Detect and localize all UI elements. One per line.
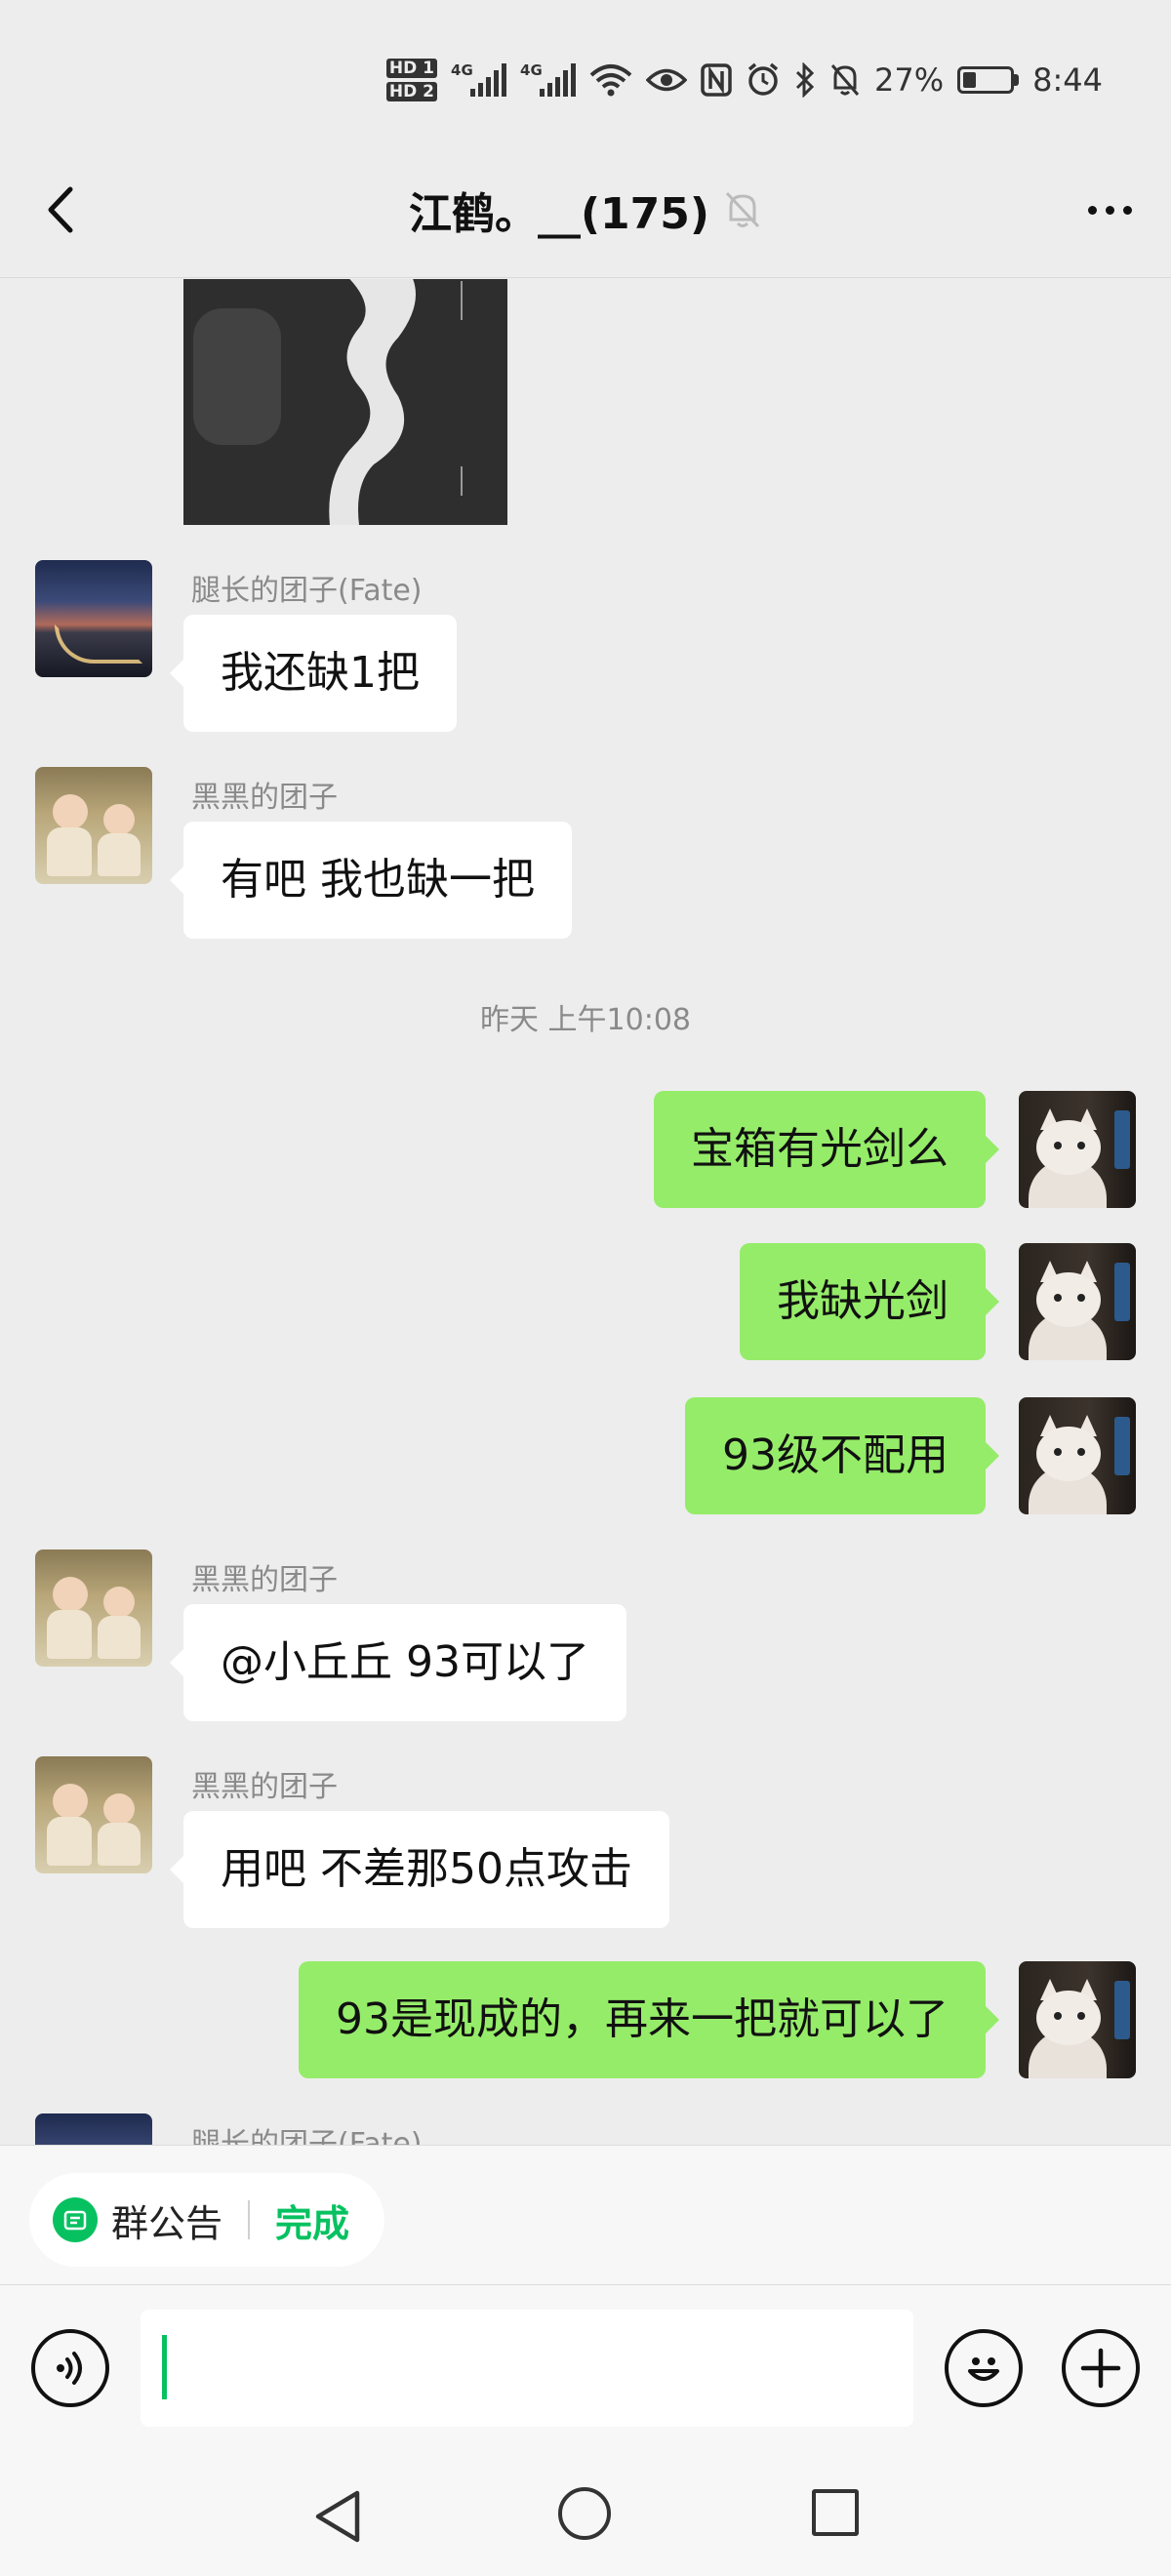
wifi-icon — [589, 64, 632, 97]
scan-image — [329, 279, 416, 525]
eye-icon — [646, 68, 688, 92]
avatar[interactable] — [35, 767, 152, 884]
message-bubble[interactable]: 有吧 我也缺一把 — [170, 822, 572, 939]
divider — [0, 2284, 1171, 2285]
image-message[interactable] — [183, 279, 507, 525]
group-notice-label: 群公告 — [111, 2201, 223, 2245]
done-button[interactable]: 完成 — [275, 2194, 349, 2247]
sender-name: 黑黑的团子 — [191, 781, 338, 815]
avatar[interactable] — [35, 1550, 152, 1667]
nav-back-icon[interactable] — [310, 2487, 365, 2546]
chat-title: 江鹤。__(175) — [408, 189, 710, 239]
chat-header: 江鹤。__(175) — [0, 146, 1171, 278]
alarm-icon — [747, 62, 779, 96]
more-button[interactable] — [1075, 181, 1144, 239]
battery-icon — [957, 66, 1020, 94]
avatar[interactable] — [35, 560, 152, 677]
nav-home-icon[interactable] — [558, 2487, 611, 2540]
status-icons: HD 1 HD 2 4G 4G 27% 8:44 — [385, 57, 1103, 103]
hd1-badge: HD 1 — [385, 59, 438, 78]
message-bubble[interactable]: @小丘丘 93可以了 — [170, 1604, 626, 1721]
chip-divider — [248, 2200, 251, 2239]
hd-badges: HD 1 HD 2 — [385, 57, 438, 103]
mute-icon — [830, 64, 860, 96]
voice-button[interactable] — [31, 2329, 109, 2407]
voice-icon — [57, 2352, 82, 2385]
more-functions-button[interactable] — [1062, 2329, 1140, 2407]
battery-percent: 27% — [874, 61, 945, 99]
sender-name: 黑黑的团子 — [191, 1770, 338, 1804]
signal-2-icon: 4G — [520, 61, 577, 97]
status-bar: HD 1 HD 2 4G 4G 27% 8:44 — [0, 0, 1171, 146]
signal-1-icon: 4G — [451, 61, 507, 97]
hd2-badge: HD 2 — [385, 82, 438, 101]
avatar[interactable] — [1019, 1243, 1136, 1360]
message-bubble[interactable]: 用吧 不差那50点攻击 — [170, 1811, 669, 1928]
avatar[interactable] — [35, 1756, 152, 1873]
battery-fill — [963, 72, 976, 88]
message-bubble[interactable]: 我缺光剑 — [740, 1243, 999, 1360]
message-bubble[interactable]: 93级不配用 — [685, 1397, 999, 1514]
announcement-icon — [53, 2197, 98, 2242]
smiley-icon — [968, 2357, 999, 2381]
bell-muted-icon — [725, 191, 760, 228]
group-notice-chip[interactable]: 群公告 完成 — [29, 2173, 385, 2267]
message-list[interactable]: 腿长的团子(Fate) 我还缺1把 黑黑的团子 有吧 我也缺一把 昨天 上午10… — [0, 279, 1171, 2145]
message-bubble[interactable]: 我还缺1把 — [170, 615, 457, 732]
nav-recents-icon[interactable] — [812, 2489, 859, 2536]
message-input[interactable] — [141, 2310, 913, 2427]
avatar[interactable] — [1019, 1961, 1136, 2078]
avatar[interactable] — [1019, 1397, 1136, 1514]
system-nav-bar — [0, 2448, 1171, 2576]
title-wrap: 江鹤。__(175) — [0, 176, 1171, 244]
avatar[interactable] — [1019, 1091, 1136, 1208]
clock: 8:44 — [1032, 61, 1103, 99]
nfc-icon — [701, 63, 732, 97]
sender-name: 黑黑的团子 — [191, 1563, 338, 1597]
bottom-panel: 群公告 完成 — [0, 2145, 1171, 2576]
message-bubble[interactable]: 宝箱有光剑么 — [654, 1091, 999, 1208]
text-cursor — [162, 2335, 167, 2399]
sender-name: 腿长的团子(Fate) — [191, 2127, 423, 2145]
network-type-1: 4G — [451, 61, 473, 79]
network-type-2: 4G — [520, 61, 543, 79]
avatar[interactable] — [35, 2113, 152, 2145]
emoji-button[interactable] — [945, 2329, 1023, 2407]
more-dots-icon — [1087, 205, 1097, 215]
message-bubble[interactable]: 93是现成的，再来一把就可以了 — [299, 1961, 999, 2078]
time-separator: 昨天 上午10:08 — [480, 1003, 691, 1037]
sender-name: 腿长的团子(Fate) — [191, 574, 423, 608]
plus-icon — [1080, 2348, 1121, 2389]
bluetooth-icon — [795, 62, 815, 98]
